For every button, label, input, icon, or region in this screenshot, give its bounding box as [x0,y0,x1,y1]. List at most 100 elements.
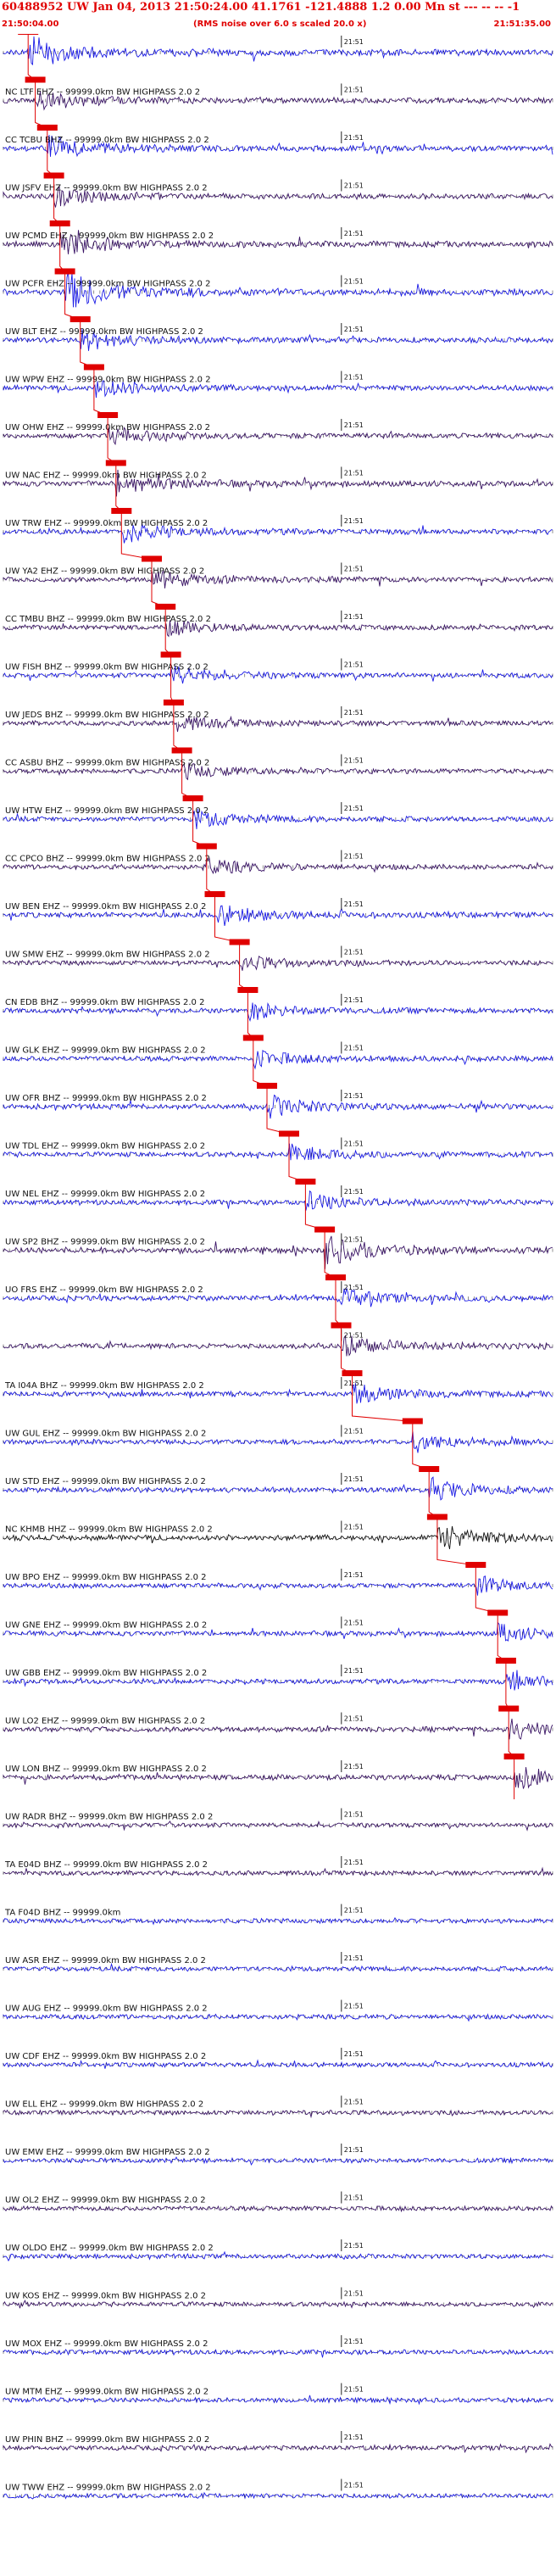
channel-label: UW PCMD EHZ -- 99999.0km BW HIGHPASS 2.0… [5,231,214,241]
minute-tick-label: 21:51 [344,949,364,956]
channel-label: UW NAC EHZ -- 99999.0km BW HIGHPASS 2.0 … [5,471,207,481]
channel-label: UW WPW EHZ -- 99999.0km BW HIGHPASS 2.0 … [5,376,211,385]
minute-tick-label: 21:51 [344,757,364,765]
channel-label: CN EDB BHZ -- 99999.0km BW HIGHPASS 2.0 … [5,998,204,1007]
minute-tick-label: 21:51 [344,1428,364,1436]
channel-label: UW OLDO EHZ -- 99999.0km BW HIGHPASS 2.0… [5,2244,214,2253]
trace-line [3,2109,553,2119]
channel-label: UW KOS EHZ -- 99999.0km BW HIGHPASS 2.0 … [5,2292,206,2301]
channel-label: UW BEN EHZ -- 99999.0km BW HIGHPASS 2.0 … [5,902,206,912]
channel-label: UW AUG EHZ -- 99999.0km BW HIGHPASS 2.0 … [5,2004,208,2014]
time-end-label: 21:51:35.00 [493,20,551,29]
channel-label: UW LON BHZ -- 99999.0km BW HIGHPASS 2.0 … [5,1765,207,1774]
minute-tick-label: 21:51 [344,1524,364,1531]
channel-label: UW CDF EHZ -- 99999.0km BW HIGHPASS 2.0 … [5,2052,206,2061]
minute-tick-label: 21:51 [344,421,364,429]
channel-label: UW YA2 EHZ -- 99999.0km BW HIGHPASS 2.0 … [5,567,204,577]
channel-label: CC TMBU BHZ -- 99999.0km BW HIGHPASS 2.0… [5,615,211,624]
minute-tick-label: 21:51 [344,2050,364,2058]
minute-tick-label: 21:51 [344,182,364,190]
minute-tick-label: 21:51 [344,2386,364,2394]
minute-tick-label: 21:51 [344,1907,364,1915]
trace-line [3,36,553,66]
channel-label: UW GNE EHZ -- 99999.0km BW HIGHPASS 2.0 … [5,1621,207,1631]
channel-label: UW ASR EHZ -- 99999.0km BW HIGHPASS 2.0 … [5,1956,206,1965]
minute-tick-label: 21:51 [344,38,364,46]
minute-tick-label: 21:51 [344,2099,364,2106]
minute-tick-label: 21:51 [344,1236,364,1244]
time-start-label: 21:50:04.00 [2,20,59,29]
channel-label: UW PCFR EHZ -- 99999.0km BW HIGHPASS 2.0… [5,280,210,289]
minute-tick-label: 21:51 [344,134,364,142]
channel-label: UW RADR BHZ -- 99999.0km BW HIGHPASS 2.0… [5,1813,213,1822]
channel-label: UW GUL EHZ -- 99999.0km BW HIGHPASS 2.0 … [5,1430,206,1439]
minute-tick-label: 21:51 [344,278,364,286]
minute-tick-label: 21:51 [344,1763,364,1770]
trace-line [3,2059,553,2069]
trace-line [3,1335,553,1357]
trace-line [3,2156,553,2166]
channel-label: UW OL2 EHZ -- 99999.0km BW HIGHPASS 2.0 … [5,2196,206,2205]
channel-label: UW TDL EHZ -- 99999.0km BW HIGHPASS 2.0 … [5,1142,205,1151]
minute-tick-label: 21:51 [344,1475,364,1483]
minute-tick-label: 21:51 [344,1667,364,1675]
minute-tick-label: 21:51 [344,1811,364,1819]
minute-tick-label: 21:51 [344,374,364,382]
channel-label: UW STD EHZ -- 99999.0km BW HIGHPASS 2.0 … [5,1477,206,1486]
minute-tick-label: 21:51 [344,230,364,237]
minute-tick-label: 21:51 [344,1715,364,1723]
minute-tick-label: 21:51 [344,2242,364,2250]
channel-label: UW JEDS BHZ -- 99999.0km BW HIGHPASS 2.0… [5,711,209,720]
minute-tick-label: 21:51 [344,1284,364,1291]
minute-tick-label: 21:51 [344,709,364,716]
channel-label: UW PHIN BHZ -- 99999.0km BW HIGHPASS 2.0… [5,2435,209,2445]
channel-label: TA I04A BHZ -- 99999.0km BW HIGHPASS 2.0… [4,1381,204,1391]
channel-label: UW FISH BHZ -- 99999.0km BW HIGHPASS 2.0… [5,663,208,672]
minute-tick-label: 21:51 [344,2146,364,2154]
channel-label: UO FRS EHZ -- 99999.0km BW HIGHPASS 2.0 … [5,1285,203,1295]
minute-tick-label: 21:51 [344,1380,364,1387]
minute-tick-label: 21:51 [344,2290,364,2298]
channel-label: UW BPO EHZ -- 99999.0km BW HIGHPASS 2.0 … [5,1573,207,1582]
channel-label: TA F04D BHZ -- 99999.0km [4,1909,120,1918]
channel-label: UW HTW EHZ -- 99999.0km BW HIGHPASS 2.0 … [5,806,208,816]
trace-line [3,2250,553,2262]
minute-tick-label: 21:51 [344,1620,364,1627]
minute-tick-label: 21:51 [344,900,364,908]
channel-label: UW TRW EHZ -- 99999.0km BW HIGHPASS 2.0 … [5,519,208,528]
minute-tick-label: 21:51 [344,2194,364,2202]
trace-line [3,2205,553,2213]
minute-tick-label: 21:51 [344,1332,364,1340]
channel-label: UW MOX EHZ -- 99999.0km BW HIGHPASS 2.0 … [5,2339,208,2349]
channel-label: CC CPCO BHZ -- 99999.0km BW HIGHPASS 2.0… [5,855,210,864]
channel-label: UW SP2 BHZ -- 99999.0km BW HIGHPASS 2.0 … [5,1238,205,1247]
seismogram-plot: 21:51 21:51 NC LTF EHZ -- 99999.0km BW HIG… [3,34,553,2500]
event-title: 60488952 UW Jan 04, 2013 21:50:24.00 41.… [2,1,520,14]
channel-label: TA E04D BHZ -- 99999.0km BW HIGHPASS 2.0… [4,1860,208,1870]
rms-note: (RMS noise over 6.0 s scaled 20.0 x) [193,20,367,29]
channel-label: UW BLT EHZ -- 99999.0km BW HIGHPASS 2.0 … [5,327,203,337]
minute-tick-label: 21:51 [344,853,364,861]
minute-tick-label: 21:51 [344,566,364,573]
channel-label: CC TCBU BHZ -- 99999.0km BW HIGHPASS 2.0… [5,136,209,145]
channel-label: NC KHMB HHZ -- 99999.0km BW HIGHPASS 2.0… [5,1525,213,1535]
minute-tick-label: 21:51 [344,1859,364,1866]
minute-tick-label: 21:51 [344,1188,364,1196]
trace-line [3,1820,553,1832]
minute-tick-label: 21:51 [344,1045,364,1052]
minute-tick-label: 21:51 [344,613,364,621]
minute-tick-label: 21:51 [344,1954,364,1962]
minute-tick-label: 21:51 [344,996,364,1004]
channel-label: UW SMW EHZ -- 99999.0km BW HIGHPASS 2.0 … [5,951,210,960]
trace-line [3,2299,553,2309]
channel-label: UW JSFV EHZ -- 99999.0km BW HIGHPASS 2.0… [5,184,208,193]
channel-label: UW GLK EHZ -- 99999.0km BW HIGHPASS 2.0 … [5,1046,206,1056]
trace-line [3,2443,553,2454]
minute-tick-label: 21:51 [344,86,364,94]
channel-label: CC ASBU BHZ -- 99999.0km BW HIGHPASS 2.0… [5,759,209,768]
plot-header: 60488952 UW Jan 04, 2013 21:50:24.00 41.… [0,0,556,34]
minute-tick-label: 21:51 [344,517,364,525]
minute-tick-label: 21:51 [344,326,364,333]
minute-tick-label: 21:51 [344,2003,364,2010]
minute-tick-label: 21:51 [344,661,364,669]
